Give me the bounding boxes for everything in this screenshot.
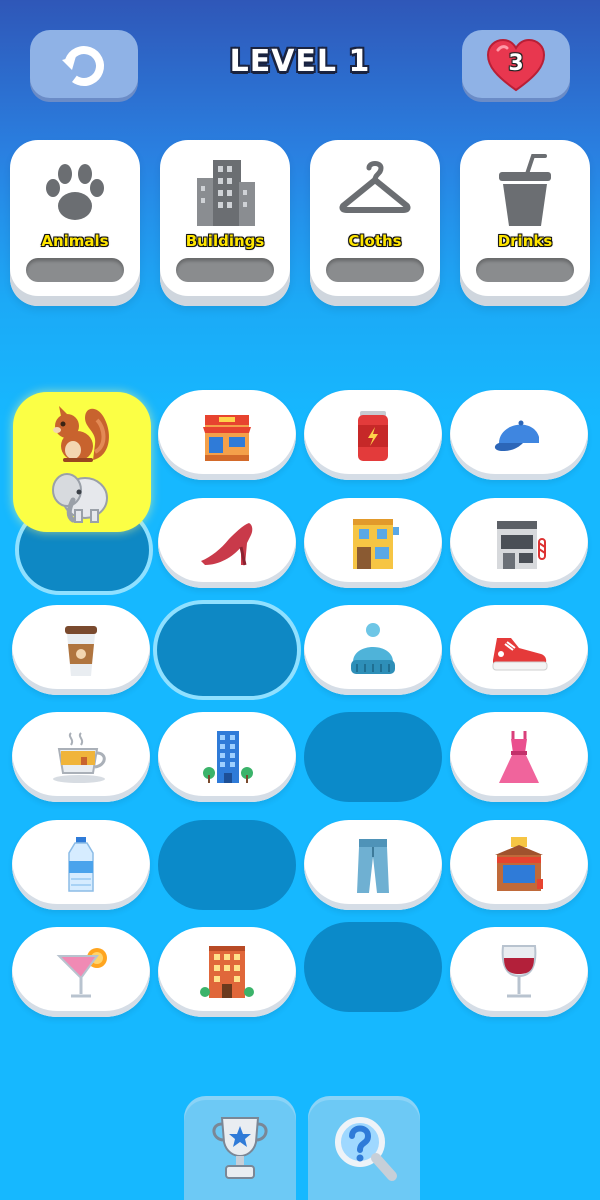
tile-knit-beanie[interactable]	[304, 605, 442, 695]
office-tower-icon	[203, 731, 253, 783]
jeans-icon	[357, 839, 389, 893]
tile-yellow-building[interactable]	[304, 498, 442, 588]
paw-icon	[46, 164, 104, 220]
water-bottle-icon	[68, 837, 94, 892]
coffee-cup-icon	[65, 626, 97, 676]
heart-badge: 3	[486, 38, 546, 94]
lives-count: 3	[508, 51, 524, 76]
high-heel-shoe-icon	[201, 523, 253, 566]
empty-slot[interactable]	[153, 600, 301, 700]
building-icon	[197, 160, 255, 226]
tile-energy-drink-can[interactable]	[304, 390, 442, 480]
category-progress-bar	[326, 258, 424, 282]
tile-coffee-cup[interactable]	[12, 605, 150, 695]
tea-cup-icon	[53, 732, 106, 783]
tile-office-tower[interactable]	[158, 712, 296, 802]
lives-counter: 3	[462, 30, 570, 102]
tile-sneaker[interactable]	[450, 605, 588, 695]
wine-glass-icon	[501, 945, 537, 998]
category-card-animals: Animals	[10, 140, 140, 306]
category-label: Animals	[41, 232, 109, 250]
drink-cup-icon	[499, 154, 551, 226]
tile-juice-glass[interactable]	[12, 927, 150, 1017]
barber-shop-icon	[497, 521, 546, 569]
tile-baseball-cap[interactable]	[450, 390, 588, 480]
elephant-icon	[52, 473, 108, 523]
category-progress-bar	[26, 258, 124, 282]
post-office-icon	[495, 837, 543, 891]
category-card-buildings: Buildings	[160, 140, 290, 306]
sneaker-icon	[492, 638, 548, 671]
tile-shop-building[interactable]	[158, 390, 296, 480]
tile-dress[interactable]	[450, 712, 588, 802]
baseball-cap-icon	[494, 420, 539, 451]
tile-tea-cup[interactable]	[12, 712, 150, 802]
category-label: Buildings	[185, 232, 265, 250]
tile-high-heel-shoe[interactable]	[158, 498, 296, 588]
shop-building-icon	[203, 415, 251, 461]
squirrel-icon	[53, 406, 109, 462]
category-label: Drinks	[497, 232, 553, 250]
category-card-drinks: Drinks	[460, 140, 590, 306]
category-card-cloths: Cloths	[310, 140, 440, 306]
lifted-animal-stack[interactable]	[13, 392, 151, 532]
empty-slot[interactable]	[158, 820, 296, 910]
tile-post-office[interactable]	[450, 820, 588, 910]
tile-wine-glass[interactable]	[450, 927, 588, 1017]
tile-apartment-building[interactable]	[158, 927, 296, 1017]
trophy-button[interactable]	[184, 1096, 296, 1200]
category-label: Cloths	[348, 232, 402, 250]
hint-button[interactable]	[308, 1096, 420, 1200]
tile-jeans[interactable]	[304, 820, 442, 910]
empty-slot[interactable]	[304, 712, 442, 802]
hanger-icon	[339, 161, 411, 213]
tile-water-bottle[interactable]	[12, 820, 150, 910]
empty-slot[interactable]	[304, 922, 442, 1012]
yellow-building-icon	[353, 519, 399, 569]
tile-barber-shop[interactable]	[450, 498, 588, 588]
knit-beanie-icon	[351, 623, 395, 674]
apartment-building-icon	[200, 946, 254, 998]
juice-glass-icon	[56, 948, 107, 998]
category-progress-bar	[176, 258, 274, 282]
category-progress-bar	[476, 258, 574, 282]
dress-icon	[499, 731, 539, 783]
energy-drink-can-icon	[358, 411, 388, 461]
magnifier-hint-icon	[335, 1117, 397, 1181]
trophy-icon	[212, 1117, 268, 1179]
